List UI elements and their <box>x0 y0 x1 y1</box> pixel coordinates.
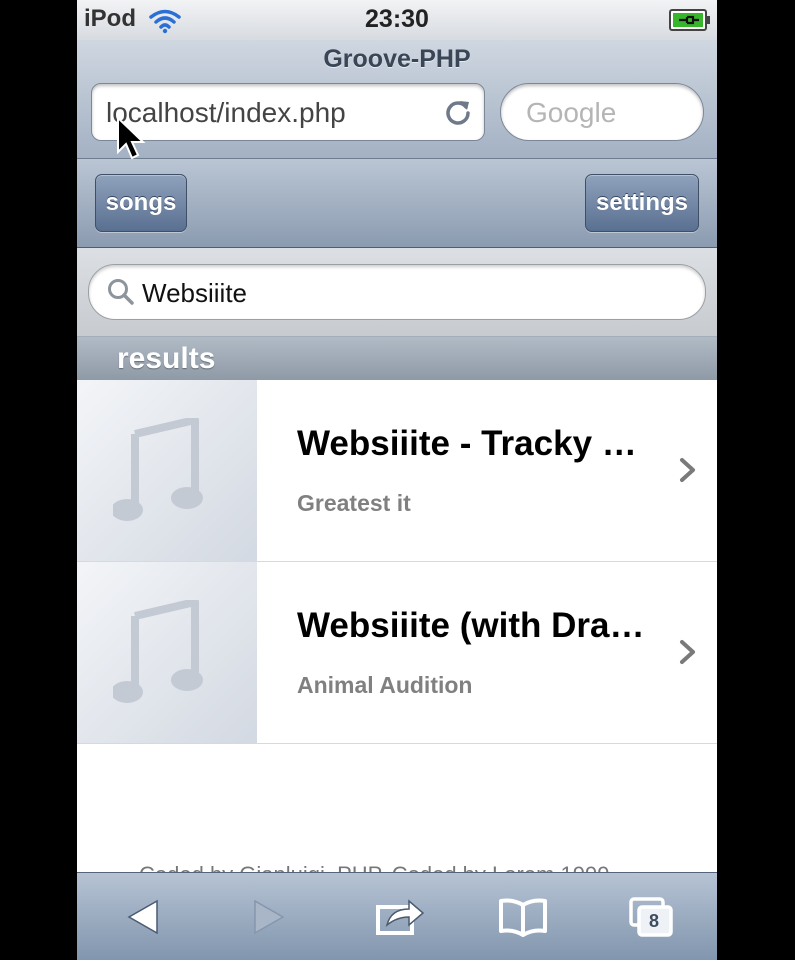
device-screen: iPod 23:30 Groove-PHP localhost/index.ph… <box>77 0 717 960</box>
tabs-count: 8 <box>648 911 659 931</box>
bookmarks-icon <box>499 898 547 937</box>
results-header: results <box>77 336 717 382</box>
results-label: results <box>117 342 216 375</box>
search-input[interactable]: Websiiite <box>88 264 706 320</box>
web-search-placeholder: Google <box>526 97 617 128</box>
song-artist: Greatest it <box>297 490 411 516</box>
mouse-cursor-icon <box>117 116 146 160</box>
result-row[interactable]: Websiiite - Tracky … Greatest it <box>77 380 717 562</box>
music-note-icon <box>113 600 203 703</box>
settings-button[interactable]: settings <box>585 174 699 232</box>
search-query: Websiiite <box>142 278 248 308</box>
browser-bar: Groove-PHP localhost/index.php Google <box>77 40 717 159</box>
search-area: Websiiite <box>77 248 717 336</box>
song-artist: Animal Audition <box>297 672 473 698</box>
forward-button[interactable] <box>237 873 317 960</box>
song-title: Websiiite - Tracky … <box>297 424 637 463</box>
url-field[interactable]: localhost/index.php <box>91 83 485 141</box>
back-icon <box>127 899 158 935</box>
result-row[interactable]: Websiiite (with Dra… Animal Audition <box>77 562 717 744</box>
album-art <box>77 562 257 743</box>
forward-icon <box>254 899 285 935</box>
song-title: Websiiite (with Dra… <box>297 606 645 645</box>
battery-icon <box>669 9 711 36</box>
search-icon <box>107 278 135 311</box>
share-icon <box>376 899 425 935</box>
browser-bottom-toolbar: 8 <box>77 872 717 960</box>
chevron-right-icon <box>679 639 697 670</box>
chevron-right-icon <box>679 457 697 488</box>
status-bar: iPod 23:30 <box>77 0 717 41</box>
web-search-field[interactable]: Google <box>500 83 704 141</box>
app-toolbar: songs settings <box>77 159 717 248</box>
share-button[interactable] <box>365 873 445 960</box>
songs-button[interactable]: songs <box>95 174 187 232</box>
page-title: Groove-PHP <box>323 45 471 73</box>
music-note-icon <box>113 418 203 521</box>
bookmarks-button[interactable] <box>489 873 569 960</box>
album-art <box>77 380 257 561</box>
clock: 23:30 <box>365 5 429 33</box>
reload-icon[interactable] <box>444 98 472 131</box>
tabs-button[interactable]: 8 <box>619 873 699 960</box>
back-button[interactable] <box>111 873 191 960</box>
